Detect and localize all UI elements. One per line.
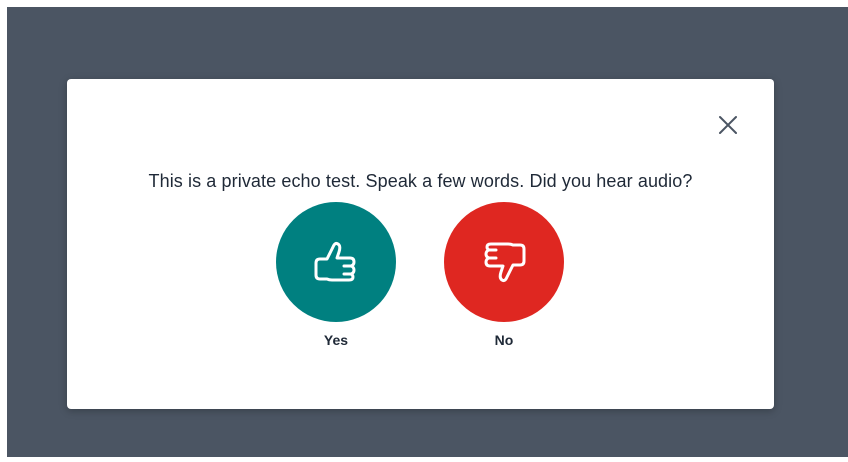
no-label: No bbox=[494, 332, 514, 348]
thumbs-down-icon bbox=[484, 242, 526, 283]
no-button[interactable]: No bbox=[444, 202, 564, 352]
yes-circle[interactable] bbox=[276, 202, 396, 322]
echo-test-dialog: This is a private echo test. Speak a few… bbox=[67, 79, 774, 409]
thumbs-up-icon bbox=[314, 241, 356, 282]
close-button[interactable] bbox=[716, 113, 740, 137]
yes-button[interactable]: Yes bbox=[276, 202, 396, 352]
no-circle[interactable] bbox=[444, 202, 564, 322]
yes-label: Yes bbox=[323, 332, 349, 348]
echo-test-question: This is a private echo test. Speak a few… bbox=[148, 171, 693, 191]
close-icon bbox=[719, 116, 737, 134]
